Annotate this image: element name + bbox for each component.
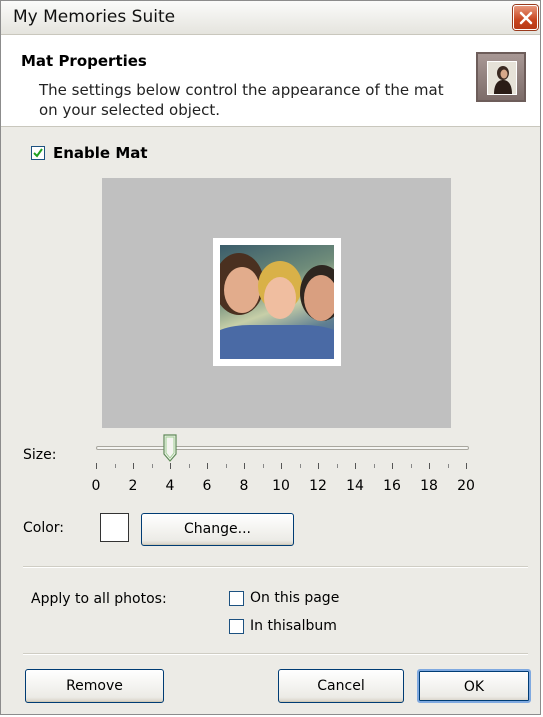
slider-tick bbox=[133, 463, 134, 469]
portrait-frame-icon bbox=[476, 52, 526, 102]
slider-tick-label: 2 bbox=[128, 478, 138, 494]
separator-bottom bbox=[23, 653, 528, 655]
size-label: Size: bbox=[23, 447, 57, 463]
slider-tick-label: 0 bbox=[91, 478, 101, 494]
slider-tick-label: 18 bbox=[420, 478, 438, 494]
slider-tick-label: 12 bbox=[309, 478, 327, 494]
slider-tick bbox=[114, 464, 116, 468]
slider-tick-label: 10 bbox=[272, 478, 290, 494]
in-this-album-label[interactable]: In thisalbum bbox=[250, 618, 337, 634]
header-description: The settings below control the appearanc… bbox=[39, 81, 444, 119]
slider-tick bbox=[207, 463, 208, 469]
slider-tick bbox=[170, 463, 171, 469]
preview-photo bbox=[220, 245, 334, 359]
color-label: Color: bbox=[23, 520, 65, 536]
slider-tick bbox=[373, 464, 375, 468]
slider-tick bbox=[151, 464, 153, 468]
remove-button[interactable]: Remove bbox=[25, 669, 164, 703]
slider-tick bbox=[410, 464, 412, 468]
slider-tick bbox=[429, 463, 430, 469]
mat-frame bbox=[213, 238, 341, 366]
ok-button[interactable]: OK bbox=[417, 669, 531, 703]
slider-tick-label: 16 bbox=[383, 478, 401, 494]
in-this-album-checkbox[interactable] bbox=[229, 619, 244, 634]
slider-tick bbox=[392, 463, 393, 469]
slider-tick bbox=[188, 464, 190, 468]
slider-tick bbox=[225, 464, 227, 468]
slider-tick bbox=[336, 464, 338, 468]
slider-tick-label: 8 bbox=[239, 478, 249, 494]
close-button[interactable] bbox=[513, 5, 538, 30]
slider-tick bbox=[96, 463, 97, 469]
mat-preview bbox=[102, 178, 451, 428]
cancel-button[interactable]: Cancel bbox=[278, 669, 404, 703]
size-slider-track[interactable] bbox=[96, 446, 469, 450]
enable-mat-label[interactable]: Enable Mat bbox=[53, 144, 148, 162]
slider-tick bbox=[318, 463, 319, 469]
on-this-page-label[interactable]: On this page bbox=[250, 590, 339, 606]
slider-tick-label: 14 bbox=[346, 478, 364, 494]
slider-tick bbox=[244, 463, 245, 469]
slider-tick bbox=[466, 463, 467, 469]
checkmark-icon bbox=[33, 148, 43, 158]
title-bar[interactable]: My Memories Suite bbox=[1, 1, 540, 35]
enable-mat-checkbox[interactable] bbox=[31, 146, 45, 160]
slider-tick-label: 4 bbox=[165, 478, 175, 494]
close-icon bbox=[519, 11, 533, 25]
slider-tick-label: 6 bbox=[202, 478, 212, 494]
slider-tick bbox=[299, 464, 301, 468]
apply-label: Apply to all photos: bbox=[31, 591, 167, 607]
header-title: Mat Properties bbox=[21, 52, 147, 70]
color-swatch bbox=[100, 513, 129, 542]
separator-top bbox=[23, 566, 528, 568]
size-slider-thumb[interactable] bbox=[163, 434, 177, 462]
dialog-header: Mat Properties The settings below contro… bbox=[1, 35, 540, 127]
slider-tick bbox=[281, 463, 282, 469]
change-color-button[interactable]: Change... bbox=[141, 513, 294, 546]
slider-tick bbox=[262, 464, 264, 468]
slider-tick-label: 20 bbox=[457, 478, 475, 494]
slider-tick bbox=[447, 464, 449, 468]
dialog-window: My Memories Suite Mat Properties The set… bbox=[0, 0, 541, 715]
window-title: My Memories Suite bbox=[13, 7, 176, 27]
slider-tick bbox=[355, 463, 356, 469]
on-this-page-checkbox[interactable] bbox=[229, 591, 244, 606]
